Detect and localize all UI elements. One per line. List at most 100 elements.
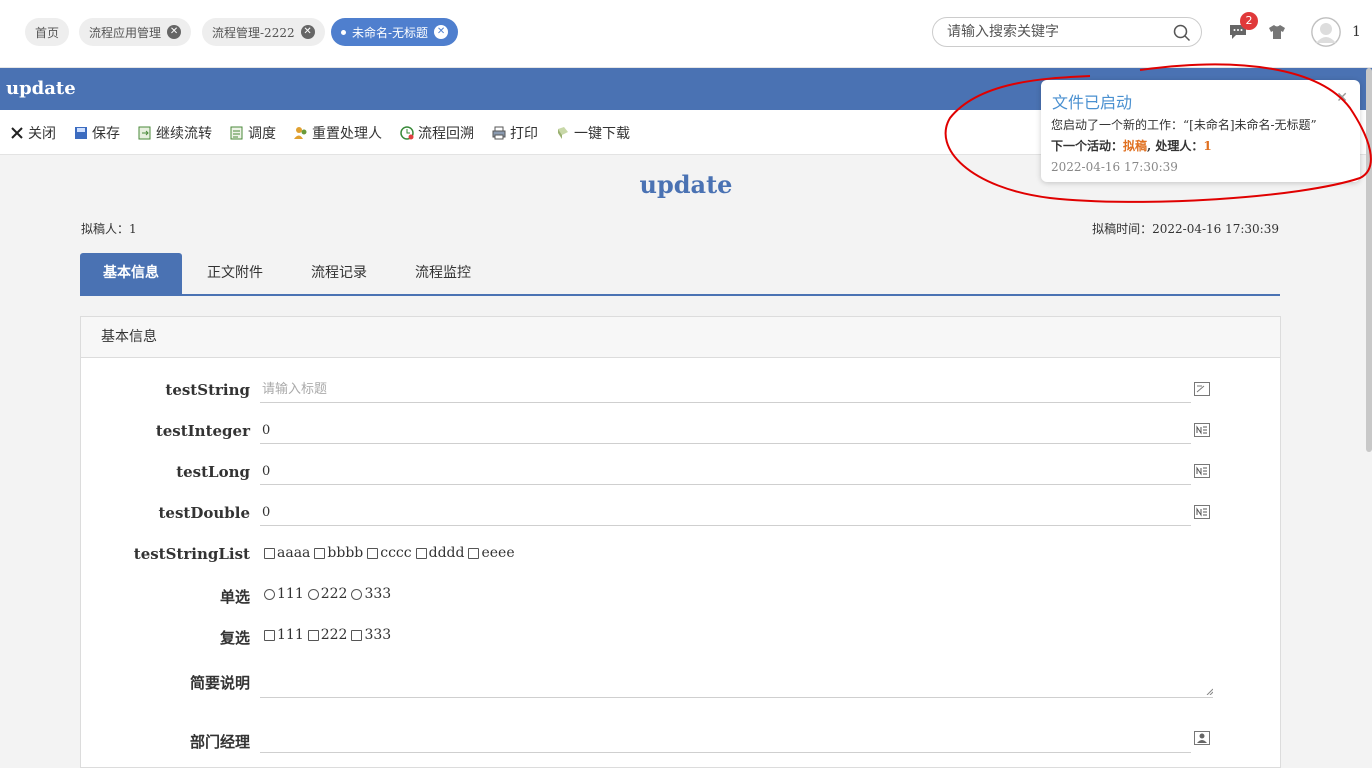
field-label: 单选 <box>219 588 250 606</box>
active-dot-icon <box>341 29 346 35</box>
user-name[interactable]: 1 <box>1352 24 1361 40</box>
radio[interactable] <box>351 588 363 600</box>
checkbox[interactable] <box>264 547 275 559</box>
dispatch-icon <box>230 126 243 140</box>
close-button[interactable]: 关闭 <box>10 123 56 143</box>
checkbox[interactable] <box>314 547 326 559</box>
search-icon[interactable] <box>1173 24 1191 42</box>
teststringlist-options: aaaa bbbb cccc dddd eeee <box>264 545 519 561</box>
checkbox-option[interactable]: bbbb <box>314 545 363 561</box>
scrollbar[interactable] <box>1366 68 1372 452</box>
user-icon <box>1311 17 1341 47</box>
search-box <box>932 17 1202 47</box>
checkbox[interactable] <box>264 629 275 641</box>
resize-grip-icon[interactable] <box>1206 688 1213 695</box>
option-label: 222 <box>320 627 348 643</box>
radio-option[interactable]: 111 <box>264 586 304 602</box>
continue-flow-label: 继续流转 <box>156 126 212 142</box>
user-select-icon[interactable] <box>1194 731 1210 745</box>
option-label: 222 <box>320 586 348 602</box>
option-label: cccc <box>380 545 412 561</box>
dispatch-button[interactable]: 调度 <box>230 123 276 143</box>
field-label: 复选 <box>219 629 250 647</box>
teststring-input[interactable]: 请输入标题 <box>260 377 1191 403</box>
testinteger-input[interactable]: 0 <box>260 418 1191 444</box>
close-icon[interactable]: ✕ <box>434 25 449 39</box>
close-icon <box>11 127 23 139</box>
radio-option[interactable]: 333 <box>351 586 391 602</box>
notification-close-icon[interactable]: ✕ <box>1336 90 1348 106</box>
radio-option[interactable]: 222 <box>307 586 348 602</box>
checkbox-options: 111 222 333 <box>264 627 395 643</box>
close-icon[interactable]: ✕ <box>300 25 315 39</box>
save-button[interactable]: 保存 <box>74 123 120 143</box>
close-icon[interactable]: ✕ <box>167 25 182 39</box>
search-input[interactable] <box>945 23 1169 41</box>
handler-prefix: , 处理人： <box>1147 139 1204 153</box>
checkbox[interactable] <box>351 629 363 641</box>
option-label: 333 <box>364 586 392 602</box>
avatar[interactable] <box>1311 17 1341 47</box>
tab-process-app-management[interactable]: 流程应用管理 ✕ <box>79 18 192 46</box>
print-label: 打印 <box>510 126 538 142</box>
save-icon <box>75 127 87 139</box>
radio[interactable] <box>307 588 319 600</box>
checkbox[interactable] <box>468 547 480 559</box>
tab-untitled[interactable]: 未命名-无标题 ✕ <box>331 18 459 46</box>
testdouble-input[interactable]: 0 <box>260 500 1191 526</box>
option-label: bbbb <box>327 545 364 561</box>
option-label: eeee <box>481 545 515 561</box>
checkbox-option[interactable]: aaaa <box>264 545 310 561</box>
notification-popup: 文件已启动 ✕ 您启动了一个新的工作：“[未命名]未命名-无标题” 下一个活动：… <box>1041 80 1360 182</box>
download-all-label: 一键下载 <box>574 126 630 142</box>
tab-attachments[interactable]: 正文附件 <box>184 253 286 294</box>
page-title: update <box>6 78 76 99</box>
checkbox[interactable] <box>367 547 379 559</box>
tab-process-management[interactable]: 流程管理-2222 ✕ <box>202 18 325 46</box>
download-all-button[interactable]: 一键下载 <box>556 123 630 143</box>
tab-flow-monitor[interactable]: 流程监控 <box>392 253 494 294</box>
tab-basic-info[interactable]: 基本信息 <box>80 253 182 294</box>
checkbox[interactable] <box>307 629 319 641</box>
field-row-checkbox: 复选 111 222 333 <box>81 621 1280 651</box>
number-icon[interactable] <box>1194 464 1210 478</box>
option-label: 333 <box>364 627 392 643</box>
checkbox-option[interactable]: eeee <box>468 545 515 561</box>
field-label: testLong <box>176 463 250 481</box>
checkbox[interactable] <box>415 547 427 559</box>
checkbox-option[interactable]: 222 <box>307 627 348 643</box>
dispatch-label: 调度 <box>248 126 276 142</box>
checkbox-option[interactable]: cccc <box>367 545 412 561</box>
download-icon <box>558 127 568 139</box>
field-row-teststring: testString 请输入标题 <box>81 375 1280 405</box>
reset-handler-button[interactable]: 重置处理人 <box>294 123 382 143</box>
testlong-input[interactable]: 0 <box>260 459 1191 485</box>
radio[interactable] <box>264 588 275 600</box>
handler-name: 1 <box>1203 139 1212 153</box>
print-button[interactable]: 打印 <box>492 123 538 143</box>
number-icon[interactable] <box>1194 505 1210 519</box>
close-label: 关闭 <box>28 126 56 142</box>
printer-icon <box>492 126 506 140</box>
field-label: 部门经理 <box>189 733 250 751</box>
flow-forward-icon <box>138 126 151 140</box>
notification-badge: 2 <box>1240 12 1258 30</box>
checkbox-option[interactable]: dddd <box>415 545 464 561</box>
tab-home[interactable]: 首页 <box>25 18 70 46</box>
checkbox-option[interactable]: 333 <box>351 627 391 643</box>
drafter: 拟稿人：1 <box>81 222 137 236</box>
basic-info-panel: 基本信息 testString 请输入标题 testInteger 0 test… <box>80 316 1281 768</box>
trace-back-button[interactable]: 流程回溯 <box>400 123 474 143</box>
field-row-testinteger: testInteger 0 <box>81 416 1280 446</box>
field-label: testInteger <box>155 422 250 440</box>
field-row-manager: 部门经理 <box>81 723 1280 753</box>
continue-flow-button[interactable]: 继续流转 <box>138 123 212 143</box>
text-edit-icon[interactable] <box>1194 382 1210 396</box>
checkbox-option[interactable]: 111 <box>264 627 304 643</box>
manager-input[interactable] <box>260 727 1191 753</box>
tab-flow-records[interactable]: 流程记录 <box>288 253 390 294</box>
number-icon[interactable] <box>1194 423 1210 437</box>
skin-icon[interactable] <box>1268 24 1286 40</box>
summary-textarea[interactable] <box>260 657 1213 698</box>
field-label: testString <box>165 381 250 399</box>
